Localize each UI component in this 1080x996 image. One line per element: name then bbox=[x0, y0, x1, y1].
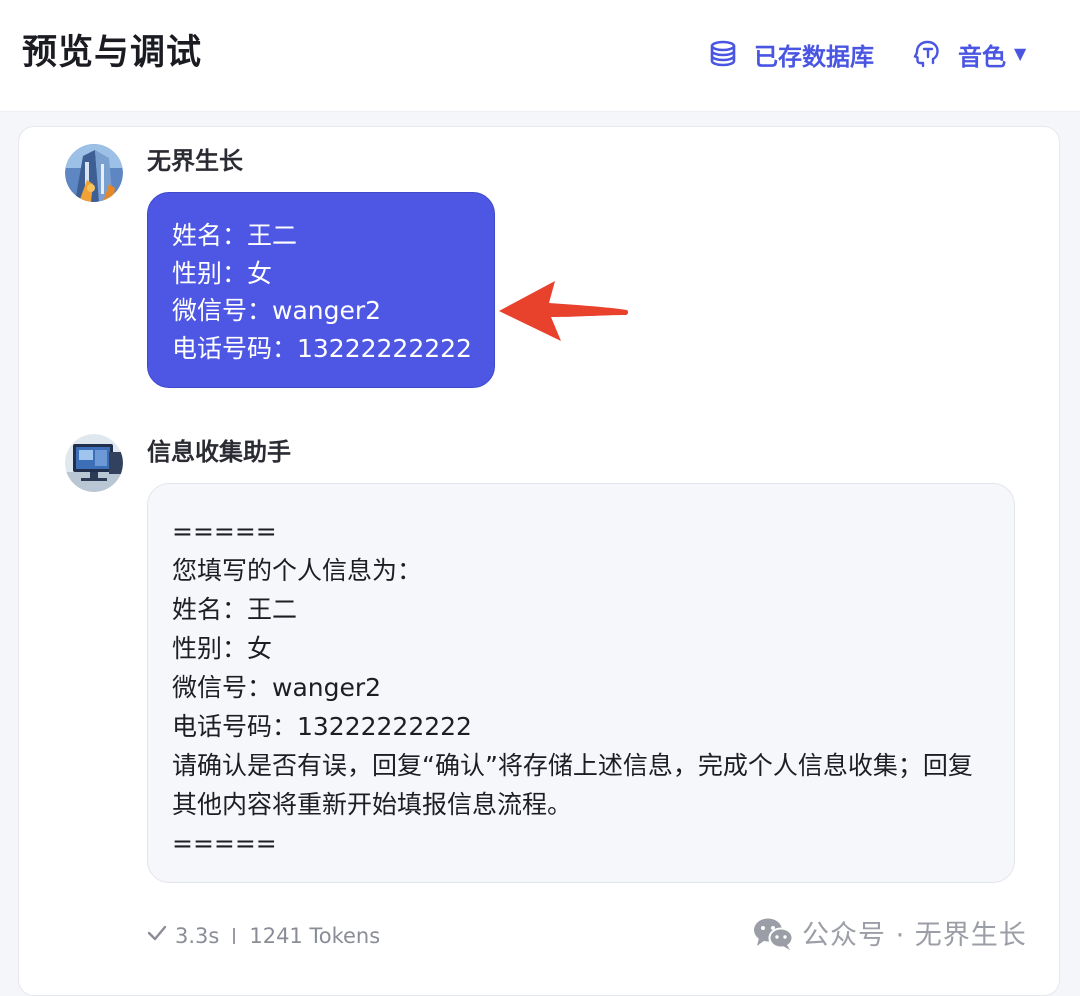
meta-divider bbox=[233, 927, 236, 944]
response-meta: 3.3s 1241 Tokens bbox=[147, 923, 380, 948]
message-line: 姓名：王二 bbox=[172, 595, 298, 624]
message-line: 电话号码：13222222222 bbox=[172, 333, 472, 363]
voice-head-icon bbox=[912, 39, 942, 69]
user-avatar bbox=[65, 144, 123, 202]
chat-panel: 无界生长 姓名：王二 性别：女 微信号：wanger2 电话号码：1322222… bbox=[18, 126, 1060, 996]
token-count: 1241 Tokens bbox=[249, 923, 381, 948]
message-line: ===== bbox=[172, 829, 277, 858]
message-line: 性别：女 bbox=[172, 258, 273, 288]
message-line: 微信号：wanger2 bbox=[172, 673, 382, 702]
annotation-arrow-icon bbox=[499, 281, 629, 341]
page-title: 预览与调试 bbox=[22, 33, 203, 73]
check-icon bbox=[147, 923, 167, 948]
saved-database-button[interactable]: 已存数据库 bbox=[708, 34, 874, 74]
message-line: 姓名：王二 bbox=[172, 221, 298, 250]
wechat-icon bbox=[752, 916, 794, 950]
saved-database-label: 已存数据库 bbox=[754, 42, 874, 71]
message-line: 您填写的个人信息为： bbox=[172, 556, 423, 585]
voice-select[interactable]: 音色 ▼ bbox=[912, 34, 1026, 74]
database-icon bbox=[708, 39, 738, 69]
watermark-text: 公众号 · 无界生长 bbox=[802, 920, 1027, 951]
sender-name: 信息收集助手 bbox=[147, 438, 291, 466]
message-line: 微信号：wanger2 bbox=[172, 296, 382, 325]
bot-avatar bbox=[65, 434, 123, 492]
message-line: 请确认是否有误，回复“确认”将存储上述信息，完成个人信息收集；回复其他内容将重新… bbox=[172, 751, 973, 819]
message-line: 性别：女 bbox=[172, 634, 273, 663]
message-line: 电话号码：13222222222 bbox=[172, 712, 472, 741]
chevron-down-icon: ▼ bbox=[1014, 44, 1027, 63]
user-message-bubble: 姓名：王二 性别：女 微信号：wanger2 电话号码：13222222222 bbox=[147, 192, 495, 388]
voice-label: 音色 bbox=[958, 42, 1006, 71]
bot-message-bubble: ===== 您填写的个人信息为： 姓名：王二 性别：女 微信号：wanger2 … bbox=[147, 483, 1015, 883]
header-bar: 预览与调试 已存数据库 音色 ▼ bbox=[0, 0, 1080, 112]
watermark: 公众号 · 无界生长 bbox=[752, 913, 1027, 952]
message-line: ===== bbox=[172, 517, 277, 546]
sender-name: 无界生长 bbox=[147, 147, 243, 175]
response-duration: 3.3s bbox=[175, 923, 220, 948]
